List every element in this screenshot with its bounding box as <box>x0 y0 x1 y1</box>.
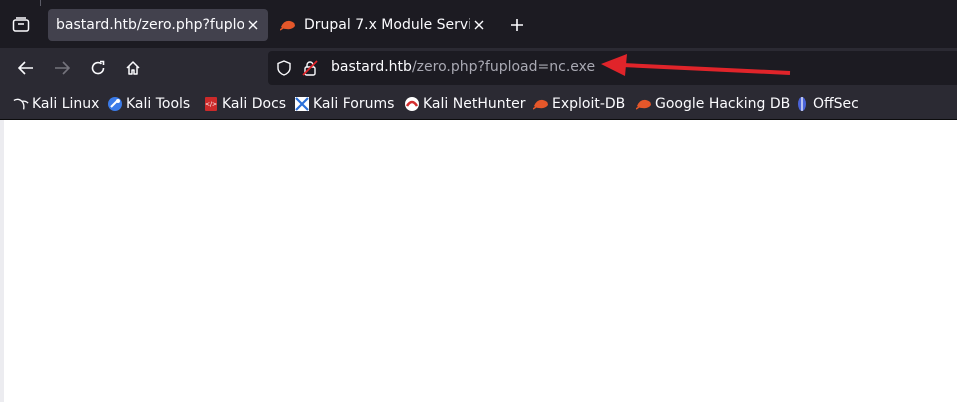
content-edge <box>0 120 4 402</box>
tab-active[interactable]: bastard.htb/zero.php?fupload=nc.exe <box>48 9 268 41</box>
home-button[interactable] <box>119 54 147 82</box>
bookmark-label: Kali Tools <box>126 95 191 112</box>
tab-bar: bastard.htb/zero.php?fupload=nc.exe Drup… <box>0 0 957 48</box>
tab-title: bastard.htb/zero.php?fupload=nc.exe <box>56 17 244 33</box>
bookmark-kali-tools[interactable]: Kali Tools <box>107 88 190 119</box>
shield-icon[interactable] <box>276 60 292 76</box>
bookmark-label: Kali NetHunter <box>423 95 526 112</box>
close-tab-button[interactable] <box>470 16 488 34</box>
tab-list-button[interactable] <box>6 11 36 39</box>
kali-dragon-icon <box>13 96 29 112</box>
bookmark-label: Kali Linux <box>32 95 100 112</box>
back-arrow-icon <box>18 61 33 75</box>
tab-list-icon <box>12 17 30 32</box>
exploit-db-icon <box>280 17 296 33</box>
bookmark-offsec[interactable]: OffSec <box>794 88 859 119</box>
bookmarks-toolbar: Kali Linux Kali Tools </> Kali Docs Kali… <box>0 88 957 120</box>
bookmark-label: Kali Forums <box>313 95 395 112</box>
kali-forums-icon <box>294 96 310 112</box>
navigation-toolbar: bastard.htb/zero.php?fupload=nc.exe <box>0 48 957 88</box>
url-text[interactable]: bastard.htb/zero.php?fupload=nc.exe <box>331 59 595 75</box>
svg-text:</>: </> <box>205 101 217 108</box>
forward-button[interactable] <box>48 54 76 82</box>
url-path: /zero.php?fupload=nc.exe <box>411 59 596 75</box>
reload-icon <box>91 60 105 75</box>
close-icon <box>474 20 484 30</box>
url-bar[interactable]: bastard.htb/zero.php?fupload=nc.exe <box>268 51 957 85</box>
url-host: bastard.htb <box>331 59 412 75</box>
bookmark-exploit-db[interactable]: Exploit-DB <box>533 88 625 119</box>
page-content[interactable] <box>0 120 957 402</box>
close-tab-button[interactable] <box>244 16 262 34</box>
bookmark-google-hacking-db[interactable]: Google Hacking DB <box>636 88 790 119</box>
new-tab-button[interactable] <box>505 13 529 37</box>
exploit-db-icon <box>533 96 549 112</box>
close-icon <box>248 20 258 30</box>
bookmark-kali-nethunter[interactable]: Kali NetHunter <box>404 88 525 119</box>
kali-docs-icon: </> <box>203 96 219 112</box>
bookmark-label: Exploit-DB <box>552 95 626 112</box>
kali-tools-icon <box>107 96 123 112</box>
exploit-db-icon <box>636 96 652 112</box>
bookmark-label: OffSec <box>813 95 859 112</box>
tab-exploit[interactable]: Drupal 7.x Module Services - Remote Code… <box>272 9 494 41</box>
back-button[interactable] <box>12 54 40 82</box>
home-icon <box>126 61 140 75</box>
bookmark-kali-linux[interactable]: Kali Linux <box>13 88 99 119</box>
bookmark-label: Kali Docs <box>222 95 287 112</box>
plus-icon <box>511 19 523 31</box>
tab-separator <box>40 0 41 6</box>
tab-title: Drupal 7.x Module Services - Remote Code… <box>304 17 470 33</box>
bookmark-kali-docs[interactable]: </> Kali Docs <box>203 88 286 119</box>
offsec-icon <box>794 96 810 112</box>
forward-arrow-icon <box>55 61 70 75</box>
bookmark-kali-forums[interactable]: Kali Forums <box>294 88 394 119</box>
reload-button[interactable] <box>84 54 112 82</box>
bookmark-label: Google Hacking DB <box>655 95 791 112</box>
nethunter-icon <box>404 96 420 112</box>
insecure-lock-icon[interactable] <box>302 60 318 76</box>
